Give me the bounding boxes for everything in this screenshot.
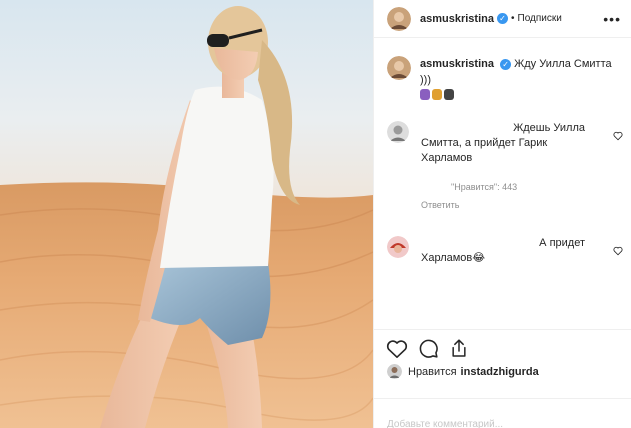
comment-line: Ждешь Уилла xyxy=(513,122,585,134)
heart-icon[interactable] xyxy=(613,128,623,146)
comment-line: Смитта, а прийдет Гарик xyxy=(421,137,548,149)
author-avatar[interactable] xyxy=(387,56,411,80)
more-options-icon[interactable]: ••• xyxy=(603,11,621,27)
couple-emoji xyxy=(444,89,454,100)
woman-emoji xyxy=(420,89,430,100)
share-icon[interactable] xyxy=(449,338,469,359)
comment-line: Харламов xyxy=(421,152,473,164)
post-actions xyxy=(374,329,631,367)
liked-prefix: Нравится xyxy=(408,365,457,378)
comment-likes[interactable]: "Нравится": 443 xyxy=(421,180,603,195)
verified-icon: ✓ xyxy=(496,13,508,24)
liked-by: Нравится instadzhigurda xyxy=(387,364,539,379)
commenter-avatar[interactable] xyxy=(387,121,409,143)
author-username[interactable]: asmuskristina xyxy=(420,13,494,25)
liker-avatar[interactable] xyxy=(387,364,402,379)
add-comment-bar: Добавьте комментарий... xyxy=(374,398,631,428)
desert-photo-illustration xyxy=(0,0,373,428)
comment-meta: "Нравится": 443 Ответить xyxy=(421,180,603,213)
verified-icon: ✓ xyxy=(500,59,512,70)
comment-icon[interactable] xyxy=(418,338,439,359)
author-avatar[interactable] xyxy=(387,6,411,31)
comments-list[interactable]: asmuskristina ✓ Жду Уилла Смитта ))) Жде… xyxy=(374,38,631,329)
liked-user[interactable]: instadzhigurda xyxy=(461,366,539,378)
lion-emoji xyxy=(432,89,442,100)
post-photo[interactable] xyxy=(0,0,373,428)
heart-icon[interactable] xyxy=(613,243,623,261)
add-comment-input[interactable]: Добавьте комментарий... xyxy=(387,419,503,428)
post-details-panel: asmuskristina ✓ • Подписки ••• asmuskris… xyxy=(373,0,631,428)
caption: asmuskristina ✓ Жду Уилла Смитта ))) xyxy=(374,38,631,105)
comment-text: Ждешь Уилла Смитта, а прийдет Гарик Харл… xyxy=(421,121,603,213)
comment-text: А придет Харламов😂 xyxy=(421,236,603,266)
heart-icon[interactable] xyxy=(386,339,408,359)
caption-emoji xyxy=(420,89,454,100)
commenter-avatar[interactable] xyxy=(387,236,409,258)
follow-button[interactable]: Подписки xyxy=(518,13,562,24)
post-header: asmuskristina ✓ • Подписки ••• xyxy=(374,0,631,38)
comment-line: А придет xyxy=(539,237,585,249)
separator-dot: • xyxy=(510,13,515,24)
reply-button[interactable]: Ответить xyxy=(421,198,603,213)
comment-line: Харламов😂 xyxy=(421,252,486,264)
caption-username[interactable]: asmuskristina xyxy=(420,58,494,70)
